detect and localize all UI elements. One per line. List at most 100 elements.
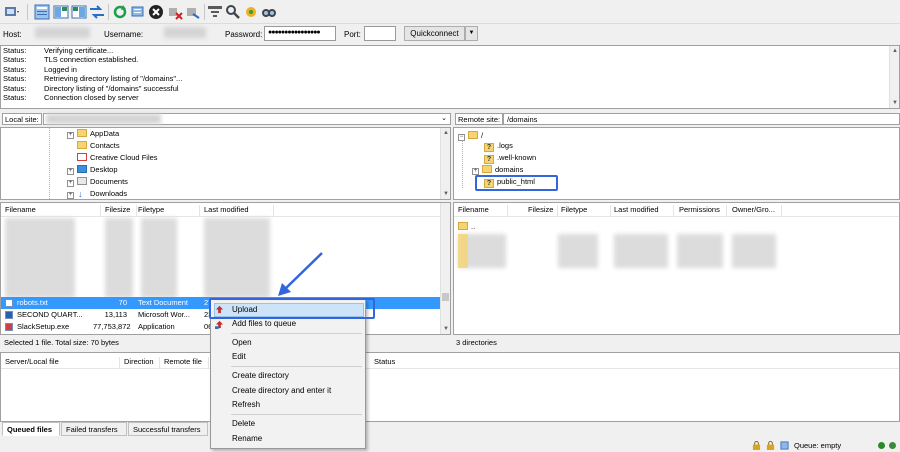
column-header[interactable]: Filesize — [105, 205, 137, 217]
disconnect-icon[interactable] — [167, 4, 183, 20]
scroll-up-icon[interactable]: ▲ — [892, 48, 898, 54]
column-header[interactable]: Remote file — [164, 357, 209, 369]
menu-item-add-files-to-queue[interactable]: Add files to queue — [232, 318, 296, 330]
sync-browsing-icon[interactable] — [243, 4, 259, 20]
column-header[interactable]: Filesize — [528, 205, 558, 217]
documents-icon — [77, 177, 87, 185]
local-list-scrollbar[interactable]: ▼ — [440, 203, 450, 334]
column-header[interactable]: Last modified — [204, 205, 274, 217]
toggle-message-log-icon[interactable] — [34, 4, 50, 20]
log-key: Status: — [3, 92, 27, 102]
find-files-icon[interactable] — [261, 4, 277, 20]
file-name: SlackSetup.exe — [17, 322, 70, 331]
port-field[interactable] — [364, 26, 396, 41]
remote-tree-item[interactable]: + domains — [472, 164, 523, 175]
expand-icon[interactable]: + — [67, 132, 74, 139]
menu-item-delete[interactable]: Delete — [232, 418, 255, 430]
blurred-files — [105, 218, 133, 298]
folder-icon — [77, 141, 87, 149]
column-header[interactable]: Filename — [458, 205, 508, 217]
tree-label: Desktop — [90, 165, 118, 174]
log-row: Status: Verifying certificate... — [1, 46, 899, 55]
toggle-queue-icon[interactable] — [89, 4, 105, 20]
expand-icon[interactable]: + — [67, 180, 74, 187]
toggle-remote-tree-icon[interactable] — [71, 4, 87, 20]
username-field[interactable] — [146, 26, 216, 41]
parent-dir-row[interactable]: .. — [458, 221, 475, 233]
column-header[interactable]: Filetype — [138, 205, 200, 217]
tree-label: .logs — [497, 141, 513, 150]
column-header[interactable]: Status — [374, 357, 434, 369]
message-log-scrollbar[interactable]: ▲ ▼ — [889, 46, 899, 108]
tree-label: Documents — [90, 177, 128, 186]
column-header[interactable]: Permissions — [679, 205, 727, 217]
toggle-local-tree-icon[interactable] — [53, 4, 69, 20]
column-header[interactable]: Last modified — [614, 205, 674, 217]
reconnect-icon[interactable] — [185, 4, 201, 20]
tab-failed-transfers[interactable]: Failed transfers — [61, 422, 127, 436]
column-header[interactable]: Owner/Gro... — [732, 205, 782, 217]
log-text: Verifying certificate... — [44, 46, 114, 55]
tree-label: .well-known — [497, 153, 537, 162]
column-header[interactable]: Filetype — [561, 205, 611, 217]
search-icon[interactable] — [225, 4, 241, 20]
local-tree-item[interactable]: + AppData — [67, 128, 119, 139]
remote-tree-item[interactable]: ? .logs — [484, 140, 513, 152]
menu-item-open[interactable]: Open — [232, 337, 252, 349]
blurred-files — [204, 218, 270, 298]
process-queue-icon[interactable] — [130, 4, 146, 20]
quickconnect-button[interactable]: Quickconnect — [404, 26, 465, 41]
local-tree-item[interactable]: + ↓ Downloads — [67, 188, 127, 199]
menu-item-create-directory[interactable]: Create directory — [232, 370, 289, 382]
status-bar: Queue: empty — [752, 441, 900, 450]
column-header[interactable]: Direction — [124, 357, 160, 369]
activity-light-icon — [878, 442, 885, 449]
refresh-icon[interactable] — [112, 4, 128, 20]
site-manager-icon[interactable] — [4, 4, 20, 20]
local-site-path[interactable]: ⌄ — [43, 113, 451, 125]
host-field[interactable] — [25, 26, 95, 41]
local-tree-item[interactable]: +Contacts — [67, 140, 120, 151]
queue-icon — [780, 441, 789, 450]
log-row: Status: Connection closed by server — [1, 93, 899, 102]
menu-item-rename[interactable]: Rename — [232, 433, 262, 445]
tab-successful-transfers[interactable]: Successful transfers — [128, 422, 208, 436]
scroll-down-icon[interactable]: ▼ — [892, 100, 898, 106]
log-text: Directory listing of "/domains" successf… — [44, 83, 179, 93]
remote-tree-item[interactable]: ? .well-known — [484, 152, 537, 164]
chevron-down-icon[interactable]: ⌄ — [441, 114, 447, 122]
tab-queued-files[interactable]: Queued files — [2, 422, 60, 436]
local-tree-item[interactable]: + Desktop — [67, 164, 118, 175]
exe-file-icon — [5, 323, 13, 331]
file-type: Text Document — [138, 298, 189, 307]
file-size: 77,753,872 — [93, 322, 131, 331]
menu-item-edit[interactable]: Edit — [232, 351, 246, 363]
local-tree-item[interactable]: +Creative Cloud Files — [67, 152, 158, 163]
filter-icon[interactable] — [207, 4, 223, 20]
desktop-icon — [77, 165, 87, 173]
remote-site-bar: Remote site: /domains — [453, 111, 900, 127]
cancel-operation-icon[interactable] — [148, 4, 164, 20]
quickconnect-dropdown[interactable]: ▼ — [465, 26, 478, 41]
menu-item-create-directory-enter[interactable]: Create directory and enter it — [232, 385, 331, 397]
local-tree-item[interactable]: + Documents — [67, 176, 128, 187]
lock-icon — [752, 441, 761, 450]
scroll-down-icon[interactable]: ▼ — [443, 191, 449, 197]
local-tree-scrollbar[interactable]: ▲ ▼ — [440, 128, 450, 199]
expand-icon[interactable]: + — [67, 168, 74, 175]
scroll-down-icon[interactable]: ▼ — [443, 326, 449, 332]
password-field[interactable]: ●●●●●●●●●●●●●●●● — [264, 26, 336, 41]
scroll-thumb[interactable] — [442, 293, 449, 301]
blurred-files — [5, 218, 75, 298]
scroll-up-icon[interactable]: ▲ — [443, 130, 449, 136]
menu-item-refresh[interactable]: Refresh — [232, 399, 260, 411]
expand-icon[interactable]: + — [67, 192, 74, 199]
menu-separator — [231, 366, 362, 367]
remote-site-path[interactable]: /domains — [503, 113, 900, 125]
folder-icon — [458, 222, 468, 230]
file-name: SECOND QUART... — [17, 310, 83, 319]
toolbar — [0, 0, 900, 24]
column-header[interactable]: Filename — [5, 205, 101, 217]
column-header[interactable]: Server/Local file — [5, 357, 120, 369]
expand-icon[interactable]: + — [472, 168, 479, 175]
